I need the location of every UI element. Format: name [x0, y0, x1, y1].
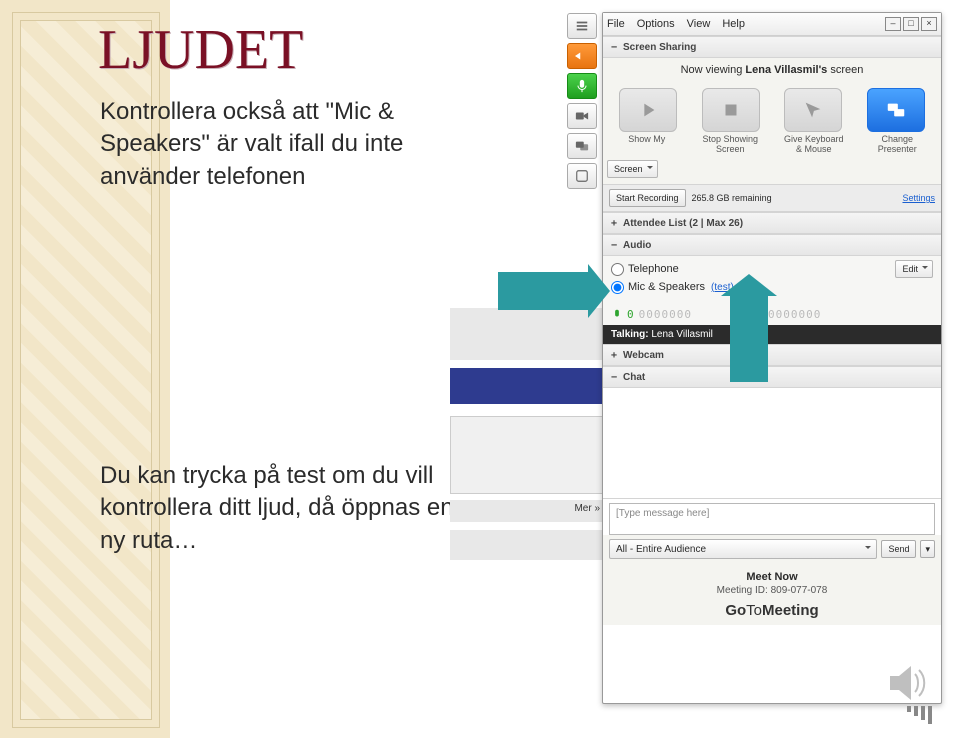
- arrow-right: [498, 272, 590, 310]
- label-give: Give Keyboard & Mouse: [782, 134, 846, 154]
- menu-options[interactable]: Options: [637, 18, 675, 30]
- mic-icon: [611, 309, 623, 321]
- chat-input[interactable]: [Type message here]: [609, 503, 935, 535]
- sound-bars-icon: [907, 706, 932, 724]
- grab-collapse-button[interactable]: [567, 13, 597, 39]
- grab-chat-button[interactable]: [567, 163, 597, 189]
- gotomeeting-panel: File Options View Help – □ × −Screen Sha…: [602, 12, 942, 704]
- label-show-my: Show My: [615, 134, 679, 154]
- send-button[interactable]: Send: [881, 540, 916, 558]
- minus-icon: −: [609, 42, 619, 53]
- section-webcam[interactable]: +Webcam: [603, 344, 941, 366]
- screen-share-buttons: [603, 82, 941, 134]
- bg-mer-label: Mer »: [574, 503, 600, 514]
- window-close[interactable]: ×: [921, 17, 937, 31]
- chat-log: [603, 388, 941, 499]
- grab-arrow-button[interactable]: [567, 43, 597, 69]
- give-keyboard-button[interactable]: [784, 88, 842, 132]
- menu-view[interactable]: View: [687, 18, 711, 30]
- window-maximize[interactable]: □: [903, 17, 919, 31]
- bg-fragment: Mer »: [450, 500, 604, 522]
- minus-icon: −: [609, 372, 619, 383]
- label-stop: Stop Showing Screen: [698, 134, 762, 154]
- talking-bar: Talking: Lena Villasmil: [603, 325, 941, 344]
- mic-meter: 00000000: [611, 308, 692, 321]
- audio-edit-select[interactable]: Edit: [895, 260, 933, 278]
- bg-fragment: [450, 530, 604, 560]
- now-viewing: Now viewing Lena Villasmil's screen: [603, 58, 941, 82]
- mic-speakers-label: Mic & Speakers: [628, 281, 705, 293]
- arrow-up: [730, 296, 768, 382]
- menu-help[interactable]: Help: [722, 18, 745, 30]
- bg-fragment: [450, 308, 604, 360]
- telephone-label: Telephone: [628, 263, 679, 275]
- slide-title: LJUDET: [98, 18, 303, 82]
- section-attendee[interactable]: +Attendee List (2 | Max 26): [603, 212, 941, 234]
- menubar: File Options View Help – □ ×: [603, 13, 941, 36]
- audience-select[interactable]: All - Entire Audience: [609, 539, 877, 559]
- change-presenter-button[interactable]: [867, 88, 925, 132]
- start-recording-button[interactable]: Start Recording: [609, 189, 686, 207]
- menu-file[interactable]: File: [607, 18, 625, 30]
- grab-screens-button[interactable]: [567, 133, 597, 159]
- telephone-radio[interactable]: [611, 263, 624, 276]
- bg-fragment: [450, 368, 604, 404]
- grab-camera-button[interactable]: [567, 103, 597, 129]
- minus-icon: −: [609, 240, 619, 251]
- plus-icon: +: [609, 218, 619, 229]
- section-chat[interactable]: −Chat: [603, 366, 941, 388]
- grab-tab: [567, 13, 603, 189]
- grab-mic-button[interactable]: [567, 73, 597, 99]
- paragraph-2: Du kan trycka på test om du vill kontrol…: [100, 460, 480, 557]
- sound-icon: [886, 664, 930, 702]
- mic-speakers-radio[interactable]: [611, 281, 624, 294]
- section-screen-sharing[interactable]: −Screen Sharing: [603, 36, 941, 58]
- screen-select[interactable]: Screen: [607, 160, 658, 178]
- label-change: Change Presenter: [865, 134, 929, 154]
- recording-row: Start Recording 265.8 GB remaining Setti…: [603, 184, 941, 212]
- remaining-label: 265.8 GB remaining: [692, 193, 772, 203]
- paragraph-1: Kontrollera också att "Mic & Speakers" ä…: [100, 96, 480, 193]
- section-audio[interactable]: −Audio: [603, 234, 941, 256]
- window-minimize[interactable]: –: [885, 17, 901, 31]
- stop-showing-button[interactable]: [702, 88, 760, 132]
- meeting-id: Meeting ID: 809-077-078: [603, 585, 941, 602]
- plus-icon: +: [609, 350, 619, 361]
- gotomeeting-logo: GoToMeeting: [603, 602, 941, 625]
- screen-share-labels: Show My Stop Showing Screen Give Keyboar…: [603, 134, 941, 160]
- settings-link[interactable]: Settings: [902, 193, 935, 203]
- meet-now-label: Meet Now: [603, 565, 941, 585]
- show-my-screen-button[interactable]: [619, 88, 677, 132]
- bg-fragment: [450, 416, 606, 494]
- send-menu-button[interactable]: ▾: [920, 540, 935, 558]
